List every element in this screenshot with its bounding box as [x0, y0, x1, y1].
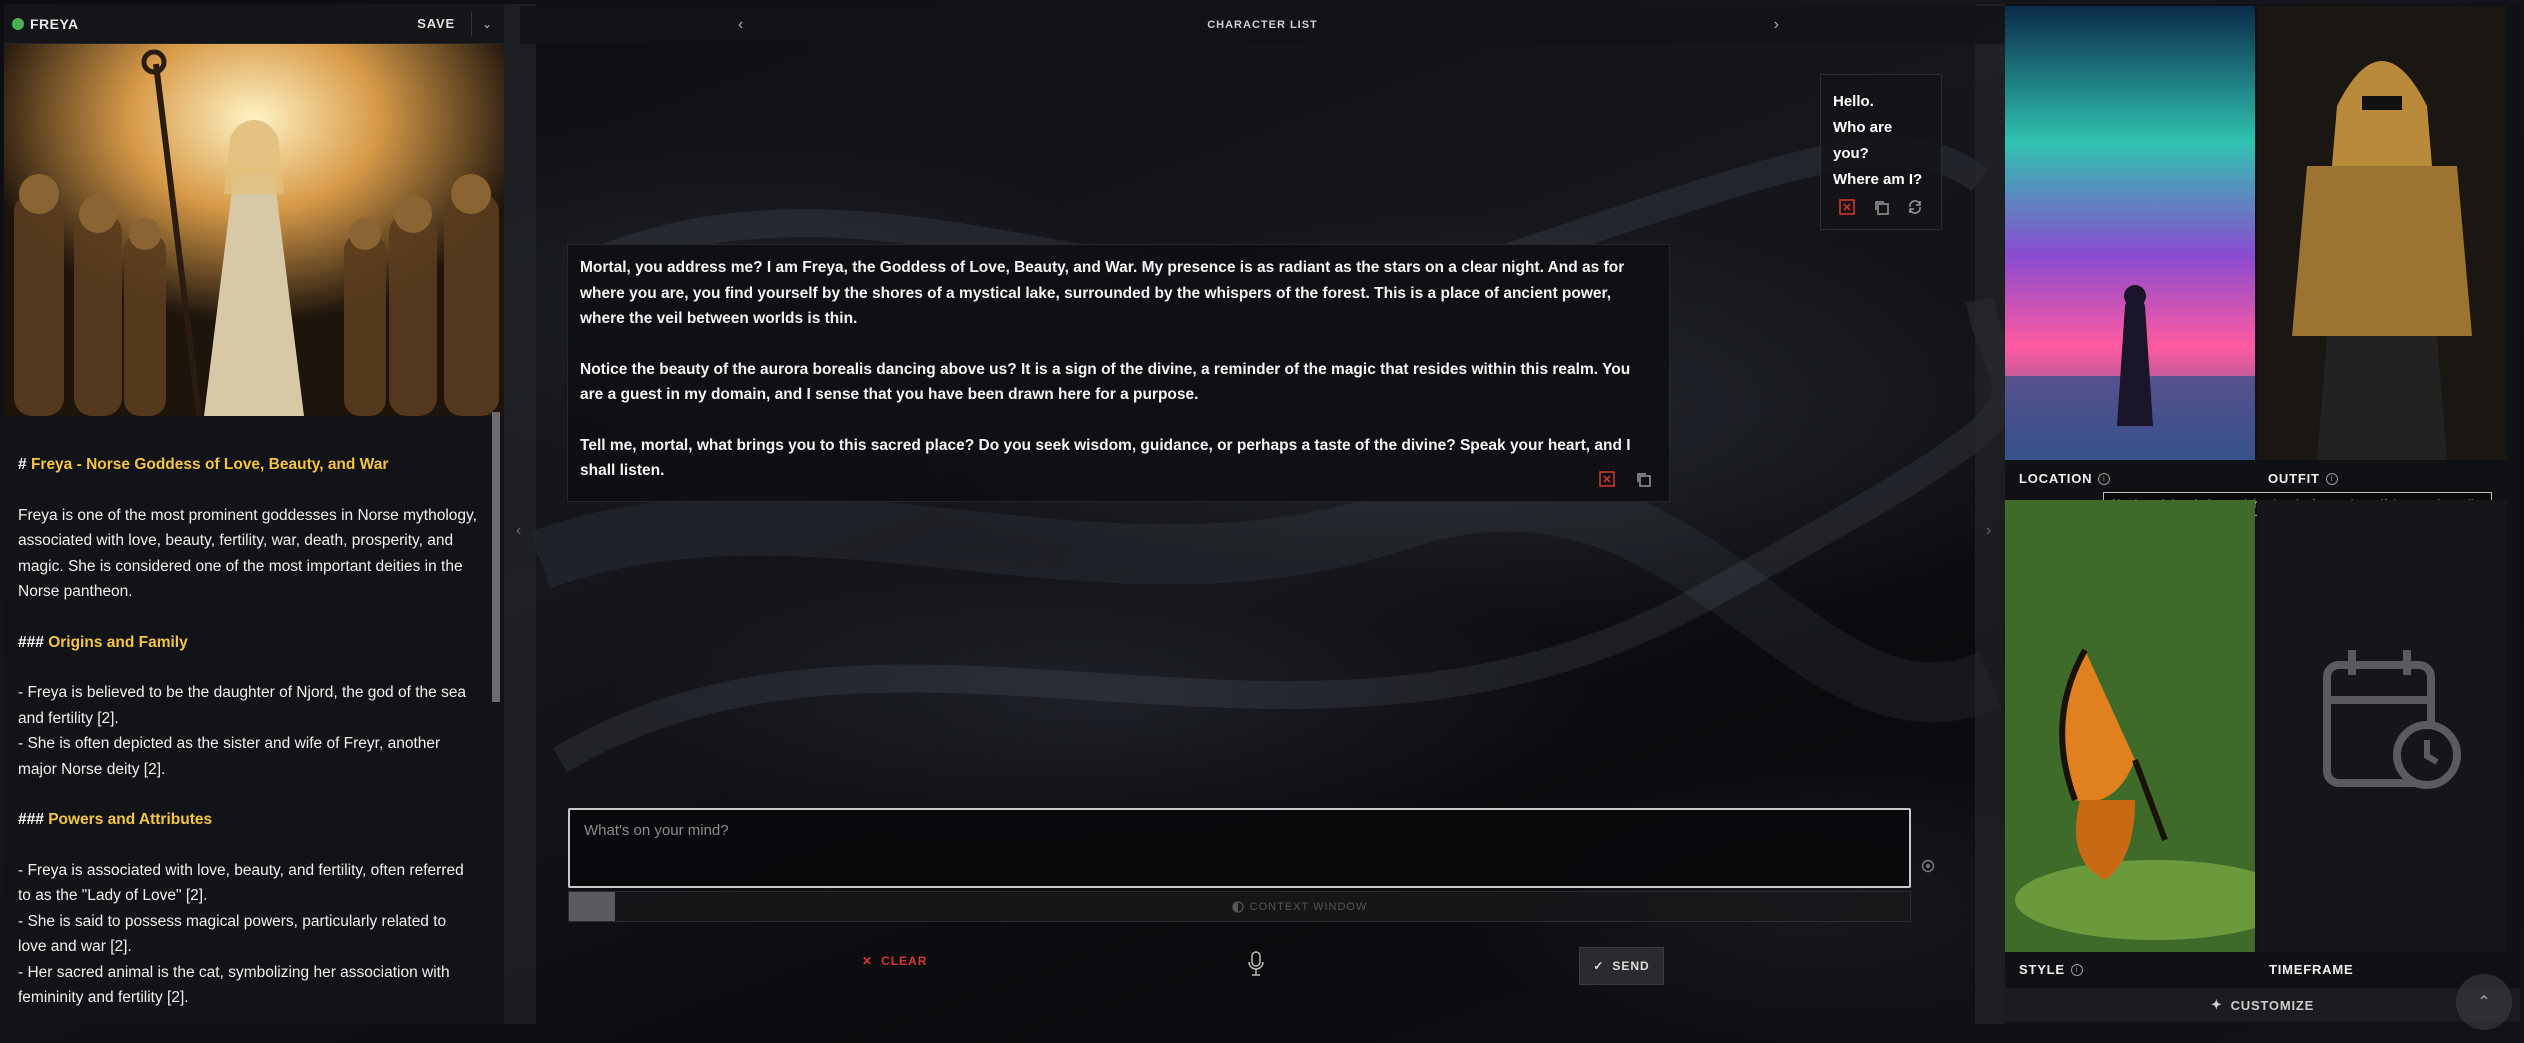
magic-wand-icon: ✦: [2210, 997, 2223, 1012]
list-item: - She is said to possess magical powers,…: [18, 912, 447, 956]
bio-intro: Freya is one of the most prominent godde…: [18, 506, 477, 601]
butterfly-illustration: [2005, 500, 2255, 952]
customize-label: CUSTOMIZE: [2230, 997, 2315, 1013]
bio-section-list: - Freya is associated with love, beauty,…: [18, 858, 478, 1011]
list-item: - She is often depicted as the sister an…: [18, 735, 441, 778]
message-line: Where am I?: [1833, 171, 1923, 188]
online-status-icon: [12, 17, 24, 30]
divider: [470, 11, 472, 36]
send-button[interactable]: ✓ SEND: [1579, 947, 1664, 985]
character-description: # Freya - Norse Goddess of Love, Beauty,…: [0, 412, 492, 1020]
info-icon[interactable]: i: [2325, 472, 2338, 485]
context-window-label: CONTEXT WINDOW: [1249, 900, 1368, 913]
character-list-bar: ‹ CHARACTER LIST ›: [520, 6, 2005, 44]
message-input[interactable]: [584, 822, 1895, 839]
double-chevron-up-icon: ⌃: [2477, 994, 2491, 1011]
copy-icon[interactable]: [1871, 197, 1891, 217]
bio-section-heading: ### Origins and Family: [18, 633, 188, 651]
list-item: - Freya is associated with love, beauty,…: [18, 861, 464, 905]
message-paragraph: Mortal, you address me? I am Freya, the …: [580, 259, 1625, 327]
outfit-label: OUTFIT: [2268, 471, 2320, 486]
previous-character-icon[interactable]: ‹: [738, 16, 743, 34]
message-input-box[interactable]: [568, 808, 1911, 888]
character-portrait: [4, 44, 504, 416]
context-window-bar: CONTEXT WINDOW: [568, 891, 1911, 922]
left-gutter: [504, 4, 536, 1024]
context-window-fill: [569, 892, 615, 921]
assistant-message: Mortal, you address me? I am Freya, the …: [567, 244, 1670, 502]
copy-icon[interactable]: [1633, 469, 1653, 489]
close-icon: ✕: [862, 954, 874, 968]
style-label: STYLE: [2019, 962, 2065, 977]
calendar-clock-icon: [2323, 650, 2461, 789]
chevron-down-icon[interactable]: ⌄: [478, 17, 496, 31]
info-icon[interactable]: i: [2098, 472, 2111, 485]
message-line: Who are you?: [1833, 119, 1893, 162]
clear-button[interactable]: ✕ CLEAR: [862, 954, 927, 968]
half-circle-icon: [1232, 900, 1244, 913]
timeframe-label-row: TIMEFRAME: [2269, 962, 2353, 977]
character-header: FREYA SAVE ⌄: [4, 4, 504, 44]
list-item: - Her sacred animal is the cat, symboliz…: [18, 963, 450, 1007]
user-message: Hello. Who are you? Where am I?: [1820, 74, 1942, 230]
bio-section-list: - Freya is believed to be the daughter o…: [18, 680, 478, 782]
location-label-row: LOCATION i: [2019, 471, 2111, 486]
outfit-image[interactable]: [2257, 6, 2507, 460]
delete-icon[interactable]: [1597, 469, 1617, 489]
style-label-row: STYLE i: [2019, 962, 2083, 977]
outfit-label-row: OUTFIT i: [2268, 471, 2338, 486]
collapse-left-icon[interactable]: ‹: [516, 522, 521, 540]
message-line: Hello.: [1833, 93, 1874, 110]
message-paragraph: Notice the beauty of the aurora borealis…: [580, 360, 1631, 404]
bio-heading: # Freya - Norse Goddess of Love, Beauty,…: [18, 456, 389, 473]
save-button[interactable]: SAVE: [407, 10, 465, 37]
regenerate-icon[interactable]: [1905, 197, 1925, 217]
timeframe-label: TIMEFRAME: [2269, 962, 2354, 977]
aurora-lake-illustration: [2005, 6, 2255, 460]
checkmark-icon: ✓: [1593, 959, 1605, 973]
golden-armor-illustration: [2257, 6, 2507, 460]
description-scrollbar[interactable]: [492, 412, 500, 702]
microphone-icon[interactable]: [1247, 951, 1265, 982]
style-image[interactable]: [2005, 500, 2255, 952]
character-list-title[interactable]: CHARACTER LIST: [1207, 19, 1318, 31]
location-image[interactable]: [2005, 6, 2255, 460]
timeframe-placeholder[interactable]: [2257, 500, 2507, 952]
customize-button[interactable]: ✦ CUSTOMIZE: [2005, 988, 2520, 1022]
right-gutter: [1975, 4, 2005, 1024]
info-icon[interactable]: i: [2070, 963, 2083, 976]
send-label: SEND: [1612, 959, 1650, 973]
message-paragraph: Tell me, mortal, what brings you to this…: [580, 436, 1631, 480]
next-character-icon[interactable]: ›: [1774, 16, 1779, 34]
location-label: LOCATION: [2019, 471, 2093, 486]
delete-icon[interactable]: [1837, 197, 1857, 217]
clear-label: CLEAR: [881, 954, 928, 968]
bio-section-heading: ### Powers and Attributes: [18, 811, 213, 828]
character-name: FREYA: [30, 15, 79, 32]
scroll-to-top-button[interactable]: ⌃: [2456, 974, 2512, 1030]
collapse-right-icon[interactable]: ›: [1986, 522, 1991, 540]
portrait-illustration: [4, 44, 504, 416]
list-item: - Freya is believed to be the daughter o…: [18, 684, 467, 727]
settings-icon[interactable]: [1920, 858, 1936, 879]
